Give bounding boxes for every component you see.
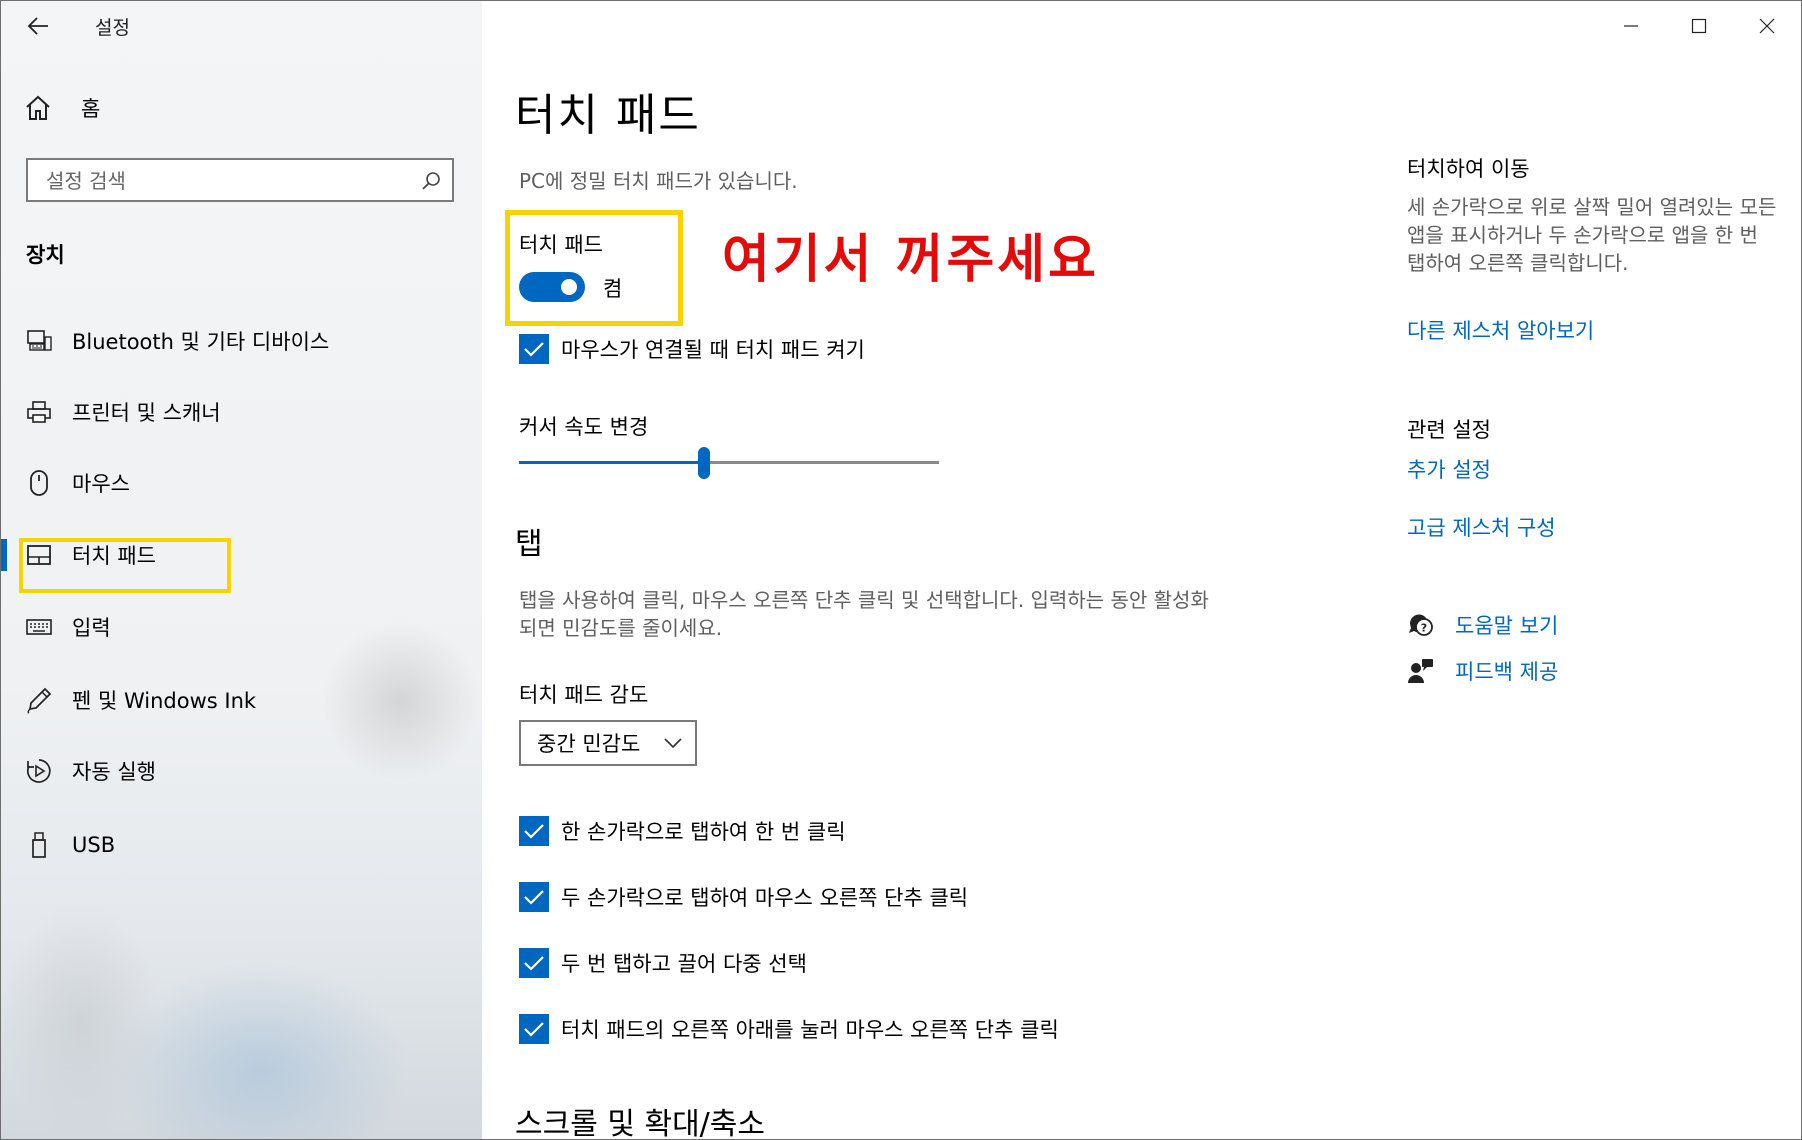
section-title-taps: 탭 (515, 527, 543, 562)
settings-window: 설정 홈 장치 Bluetooth 및 기타 디바이스 프린터 및 스캐너 (0, 0, 1802, 1140)
cursor-speed-slider[interactable] (519, 447, 939, 479)
sidebar-item-label: 프린터 및 스캐너 (72, 401, 221, 425)
gesture-heading: 터치하여 이동 (1407, 157, 1530, 181)
pen-icon (25, 686, 53, 714)
sidebar-item-label: Bluetooth 및 기타 디바이스 (72, 330, 330, 354)
checkbox-label: 두 손가락으로 탭하여 마우스 오른쪽 단추 클릭 (561, 886, 969, 910)
main-content: 터치 패드 PC에 정밀 터치 패드가 있습니다. 터치 패드 켬 여기서 꺼주… (482, 1, 1801, 1139)
sidebar-item-label: 펜 및 Windows Ink (72, 689, 257, 713)
help-chat-icon: ? (1407, 611, 1435, 639)
sidebar-item-bluetooth[interactable]: Bluetooth 및 기타 디바이스 (1, 316, 482, 366)
highlight-box (505, 210, 683, 326)
svg-text:?: ? (1421, 622, 1427, 635)
search-icon[interactable] (420, 170, 442, 192)
sidebar-item-mouse[interactable]: 마우스 (1, 458, 482, 508)
checkbox-checked-icon[interactable] (519, 948, 549, 978)
dropdown-value: 중간 민감도 (537, 732, 641, 756)
tap-option-drag-multiselect[interactable]: 두 번 탭하고 끌어 다중 선택 (519, 948, 807, 978)
additional-settings-link[interactable]: 추가 설정 (1407, 454, 1491, 484)
highlight-box (19, 538, 231, 593)
checkbox-checked-icon[interactable] (519, 882, 549, 912)
window-controls (1597, 1, 1801, 51)
checkbox-label: 한 손가락으로 탭하여 한 번 클릭 (561, 820, 846, 844)
sidebar-item-label: USB (72, 833, 116, 857)
maximize-icon[interactable] (1665, 1, 1733, 51)
sidebar: 설정 홈 장치 Bluetooth 및 기타 디바이스 프린터 및 스캐너 (1, 1, 482, 1139)
gesture-description: 세 손가락으로 위로 살짝 밀어 열려있는 모든 앱을 표시하거나 두 손가락으… (1407, 195, 1777, 275)
mouse-connected-checkbox[interactable]: 마우스가 연결될 때 터치 패드 켜기 (519, 334, 865, 364)
checkbox-checked-icon[interactable] (519, 334, 549, 364)
section-heading: 장치 (26, 243, 65, 267)
page-title: 터치 패드 (515, 90, 701, 141)
slider-thumb[interactable] (697, 447, 710, 479)
section-title-scroll: 스크롤 및 확대/축소 (515, 1107, 765, 1140)
sidebar-item-label: 홈 (81, 97, 101, 121)
checkbox-label: 두 번 탭하고 끌어 다중 선택 (561, 952, 807, 976)
minimize-icon[interactable] (1597, 1, 1665, 51)
tap-option-single-click[interactable]: 한 손가락으로 탭하여 한 번 클릭 (519, 816, 846, 846)
sidebar-item-label: 입력 (72, 616, 111, 640)
sidebar-item-pen[interactable]: 펜 및 Windows Ink (1, 675, 482, 725)
chevron-down-icon (664, 738, 682, 749)
search-box[interactable] (26, 158, 454, 202)
checkbox-checked-icon[interactable] (519, 816, 549, 846)
precision-description: PC에 정밀 터치 패드가 있습니다. (519, 169, 798, 193)
slider-fill (519, 461, 704, 464)
tap-option-bottom-right-click[interactable]: 터치 패드의 오른쪽 아래를 눌러 마우스 오른쪽 단추 클릭 (519, 1014, 1059, 1044)
sidebar-item-home[interactable]: 홈 (23, 93, 100, 123)
autoplay-icon (25, 757, 53, 785)
checkbox-checked-icon[interactable] (519, 1014, 549, 1044)
bluetooth-devices-icon (25, 327, 53, 355)
advanced-gesture-link[interactable]: 고급 제스처 구성 (1407, 512, 1556, 542)
sidebar-item-autoplay[interactable]: 자동 실행 (1, 746, 482, 796)
usb-icon (25, 831, 53, 859)
printer-icon (25, 398, 53, 426)
sensitivity-label: 터치 패드 감도 (519, 683, 649, 707)
search-input[interactable] (44, 168, 418, 194)
sensitivity-dropdown[interactable]: 중간 민감도 (519, 720, 697, 766)
annotation-text: 여기서 꺼주세요 (722, 230, 1099, 290)
help-label: 도움말 보기 (1455, 614, 1559, 638)
home-icon (26, 95, 50, 120)
feedback-icon (1407, 657, 1435, 685)
sidebar-item-usb[interactable]: USB (1, 820, 482, 870)
feedback-label: 피드백 제공 (1455, 660, 1559, 684)
sidebar-item-label: 자동 실행 (72, 760, 156, 784)
gesture-learn-link[interactable]: 다른 제스처 알아보기 (1407, 315, 1594, 345)
sidebar-item-printers[interactable]: 프린터 및 스캐너 (1, 387, 482, 437)
related-heading: 관련 설정 (1407, 418, 1491, 442)
tap-option-right-click[interactable]: 두 손가락으로 탭하여 마우스 오른쪽 단추 클릭 (519, 882, 968, 912)
mouse-icon (25, 469, 53, 497)
selected-indicator (1, 539, 7, 571)
checkbox-label: 터치 패드의 오른쪽 아래를 눌러 마우스 오른쪽 단추 클릭 (561, 1018, 1059, 1042)
close-icon[interactable] (1733, 1, 1801, 51)
feedback-link[interactable]: 피드백 제공 (1407, 656, 1558, 686)
checkbox-label: 마우스가 연결될 때 터치 패드 켜기 (561, 338, 865, 362)
slider-label: 커서 속도 변경 (519, 415, 649, 439)
app-title: 설정 (95, 17, 130, 39)
back-arrow-icon[interactable] (23, 11, 53, 41)
sidebar-item-label: 마우스 (72, 472, 130, 496)
taps-description: 탭을 사용하여 클릭, 마우스 오른쪽 단추 클릭 및 선택합니다. 입력하는 … (519, 588, 1209, 640)
keyboard-icon (25, 613, 53, 641)
sidebar-item-typing[interactable]: 입력 (1, 602, 482, 652)
background-blur (1, 901, 161, 1139)
help-link[interactable]: ? 도움말 보기 (1407, 610, 1558, 640)
